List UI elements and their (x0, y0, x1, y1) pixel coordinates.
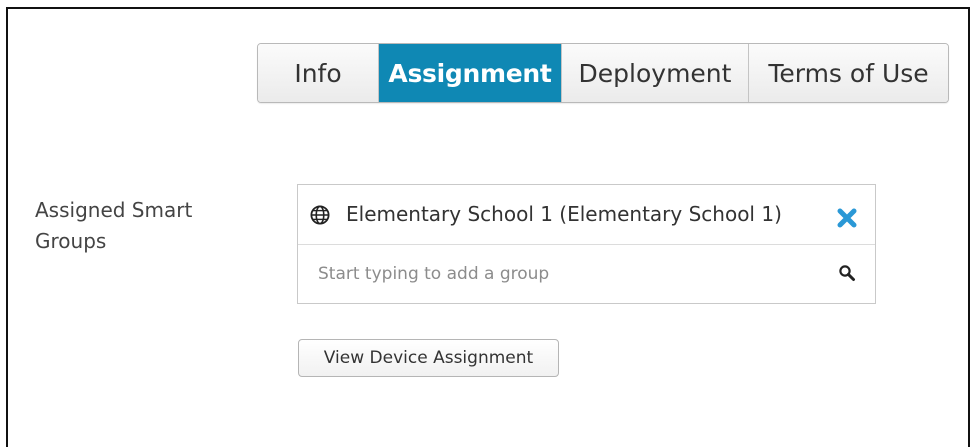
search-icon[interactable] (838, 264, 856, 282)
close-icon[interactable] (836, 207, 858, 229)
globe-icon (310, 205, 330, 225)
tab-deployment[interactable]: Deployment (562, 44, 749, 102)
assigned-smart-groups-label: Assigned Smart Groups (35, 195, 235, 257)
group-search-input[interactable] (318, 259, 818, 289)
tab-info[interactable]: Info (258, 44, 379, 102)
label-line-1: Assigned Smart (35, 198, 193, 222)
tab-terms-of-use[interactable]: Terms of Use (749, 44, 948, 102)
group-search-row (298, 245, 875, 304)
assigned-groups-box: Elementary School 1 (Elementary School 1… (297, 184, 876, 304)
view-device-assignment-button[interactable]: View Device Assignment (298, 339, 559, 377)
tab-bar: Info Assignment Deployment Terms of Use (257, 43, 949, 103)
assigned-group-item: Elementary School 1 (Elementary School 1… (298, 185, 875, 245)
assigned-group-name: Elementary School 1 (Elementary School 1… (346, 202, 782, 226)
label-line-2: Groups (35, 229, 107, 253)
tab-assignment[interactable]: Assignment (379, 44, 562, 102)
